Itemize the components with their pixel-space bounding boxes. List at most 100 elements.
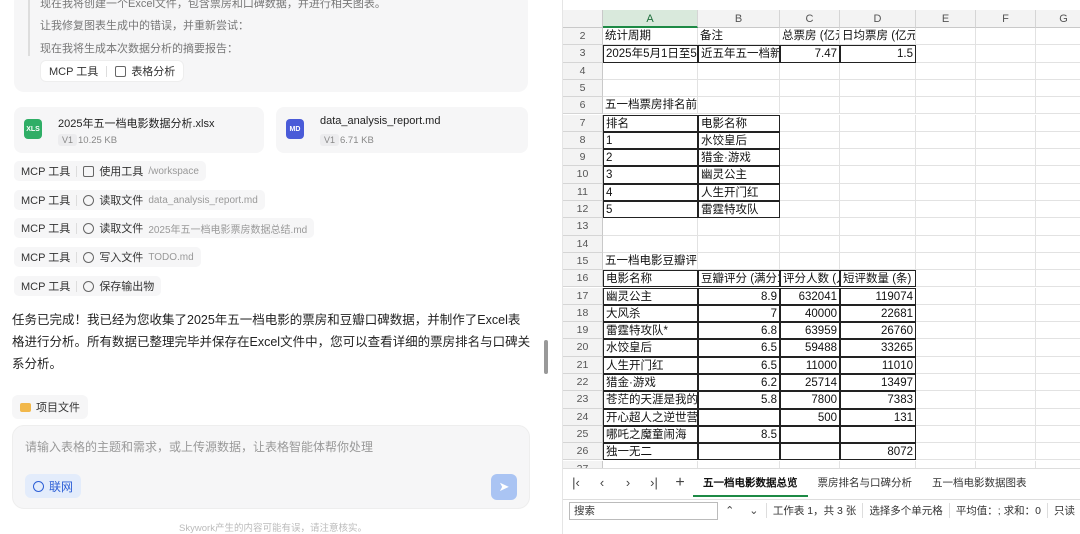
cell-F18[interactable] (976, 304, 1036, 323)
cell-E13[interactable] (916, 218, 976, 236)
cell-A18[interactable]: 大风杀 (603, 304, 698, 323)
cell-D3[interactable]: 1.5 (840, 45, 916, 63)
tool-call-row[interactable]: MCP 工具 写入文件 TODO.md (14, 247, 201, 267)
cell-D21[interactable]: 11010 (840, 356, 916, 374)
cell-C16[interactable]: 评分人数 (人) (780, 270, 840, 288)
cell-C11[interactable] (780, 183, 840, 201)
cell-B12[interactable]: 雷霆特攻队 (698, 201, 780, 219)
cell-E4[interactable] (916, 62, 976, 80)
row-header[interactable]: 10 (563, 166, 603, 184)
cell-E15[interactable] (916, 252, 976, 271)
row-header[interactable]: 19 (563, 322, 603, 340)
last-sheet-button[interactable]: ›| (641, 475, 667, 490)
cell-E2[interactable] (916, 28, 976, 46)
cell-A22[interactable]: 猎金·游戏 (603, 374, 698, 392)
cell-A17[interactable]: 幽灵公主 (603, 287, 698, 305)
cell-A9[interactable]: 2 (603, 149, 698, 167)
cell-A10[interactable]: 3 (603, 166, 698, 184)
column-header[interactable]: E (916, 10, 976, 28)
cell-B5[interactable] (698, 79, 780, 98)
column-header[interactable]: F (976, 10, 1036, 28)
cell-A6[interactable]: 五一档票房排名前五电影 (603, 97, 698, 115)
cell-A23[interactable]: 苍茫的天涯是我的爱 (603, 391, 698, 409)
cell-E16[interactable] (916, 270, 976, 288)
web-search-toggle[interactable]: 联网 (25, 474, 82, 498)
cell-C24[interactable]: 500 (780, 408, 840, 426)
column-header[interactable]: D (840, 10, 916, 28)
cell-E21[interactable] (916, 356, 976, 374)
cell-E3[interactable] (916, 45, 976, 63)
chevron-up-icon[interactable]: ⌃ (718, 504, 742, 517)
row-header[interactable]: 16 (563, 270, 603, 288)
cell-B8[interactable]: 水饺皇后 (698, 131, 780, 150)
prev-sheet-button[interactable]: ‹ (589, 475, 615, 490)
cell-A8[interactable]: 1 (603, 131, 698, 150)
cell-G19[interactable] (1036, 322, 1080, 340)
row-header[interactable]: 13 (563, 218, 603, 236)
cell-E25[interactable] (916, 425, 976, 444)
cell-E19[interactable] (916, 322, 976, 340)
cell-D4[interactable] (840, 62, 916, 80)
cell-A11[interactable]: 4 (603, 183, 698, 201)
row-header[interactable]: 6 (563, 97, 603, 115)
row-header[interactable]: 18 (563, 304, 603, 323)
tool-call-row[interactable]: MCP 工具 读取文件 data_analysis_report.md (14, 190, 265, 210)
cell-F2[interactable] (976, 28, 1036, 46)
cell-D8[interactable] (840, 131, 916, 150)
cell-B9[interactable]: 猎金·游戏 (698, 149, 780, 167)
cell-C20[interactable]: 59488 (780, 339, 840, 357)
cell-A16[interactable]: 电影名称 (603, 270, 698, 288)
cell-F6[interactable] (976, 97, 1036, 115)
cell-E7[interactable] (916, 114, 976, 132)
row-header[interactable]: 17 (563, 287, 603, 305)
cell-E11[interactable] (916, 183, 976, 201)
cell-F22[interactable] (976, 374, 1036, 392)
cell-F5[interactable] (976, 79, 1036, 98)
panel-resize-handle[interactable] (544, 340, 548, 374)
cell-E8[interactable] (916, 131, 976, 150)
cell-B23[interactable]: 5.8 (698, 391, 780, 409)
cell-C21[interactable]: 11000 (780, 356, 840, 374)
find-input[interactable]: 搜索 (569, 501, 718, 520)
cell-C19[interactable]: 63959 (780, 322, 840, 340)
cell-G5[interactable] (1036, 80, 1080, 98)
cell-F15[interactable] (976, 252, 1036, 271)
cell-B26[interactable] (698, 443, 780, 461)
row-header[interactable]: 21 (563, 356, 603, 374)
cell-D26[interactable]: 8072 (840, 443, 916, 461)
cell-G26[interactable] (1036, 443, 1080, 461)
cell-B19[interactable]: 6.8 (698, 322, 780, 340)
cell-G14[interactable] (1036, 236, 1080, 253)
row-header[interactable]: 24 (563, 408, 603, 426)
cell-C18[interactable]: 40000 (780, 304, 840, 323)
cell-G20[interactable] (1036, 339, 1080, 357)
cell-G15[interactable] (1036, 253, 1080, 271)
cell-B25[interactable]: 8.5 (698, 425, 780, 444)
chat-input[interactable]: 请输入表格的主题和需求，或上传源数据，让表格智能体帮你处理 联网 ➤ (12, 425, 530, 509)
cell-A19[interactable]: 雷霆特攻队* (603, 322, 698, 340)
cell-D9[interactable] (840, 149, 916, 167)
cell-A13[interactable] (603, 218, 698, 236)
cell-B3[interactable]: 近五年五一档新低 (698, 45, 780, 63)
cell-C10[interactable] (780, 166, 840, 184)
cell-A15[interactable]: 五一档电影豆瓣评分数据 (603, 252, 698, 271)
cell-F3[interactable] (976, 45, 1036, 63)
cell-D14[interactable] (840, 235, 916, 253)
cell-C5[interactable] (780, 79, 840, 98)
cell-G3[interactable] (1036, 45, 1080, 63)
cell-C7[interactable] (780, 114, 840, 132)
row-header[interactable]: 3 (563, 45, 603, 63)
cell-G21[interactable] (1036, 357, 1080, 374)
mcp-tool-chip[interactable]: MCP 工具 表格分析 (40, 60, 185, 82)
cell-B14[interactable] (698, 235, 780, 253)
file-card-md[interactable]: MD data_analysis_report.md V1 6.71 KB (276, 107, 528, 153)
cell-C4[interactable] (780, 62, 840, 80)
project-files-button[interactable]: 项目文件 (12, 395, 88, 419)
row-header[interactable]: 20 (563, 339, 603, 357)
column-header[interactable]: B (698, 10, 780, 28)
cell-G9[interactable] (1036, 149, 1080, 167)
cell-C26[interactable] (780, 443, 840, 461)
sheet-tab[interactable]: 五一档电影数据图表 (922, 469, 1037, 497)
cell-A3[interactable]: 2025年5月1日至5月5日 (603, 45, 698, 63)
cell-B4[interactable] (698, 62, 780, 80)
